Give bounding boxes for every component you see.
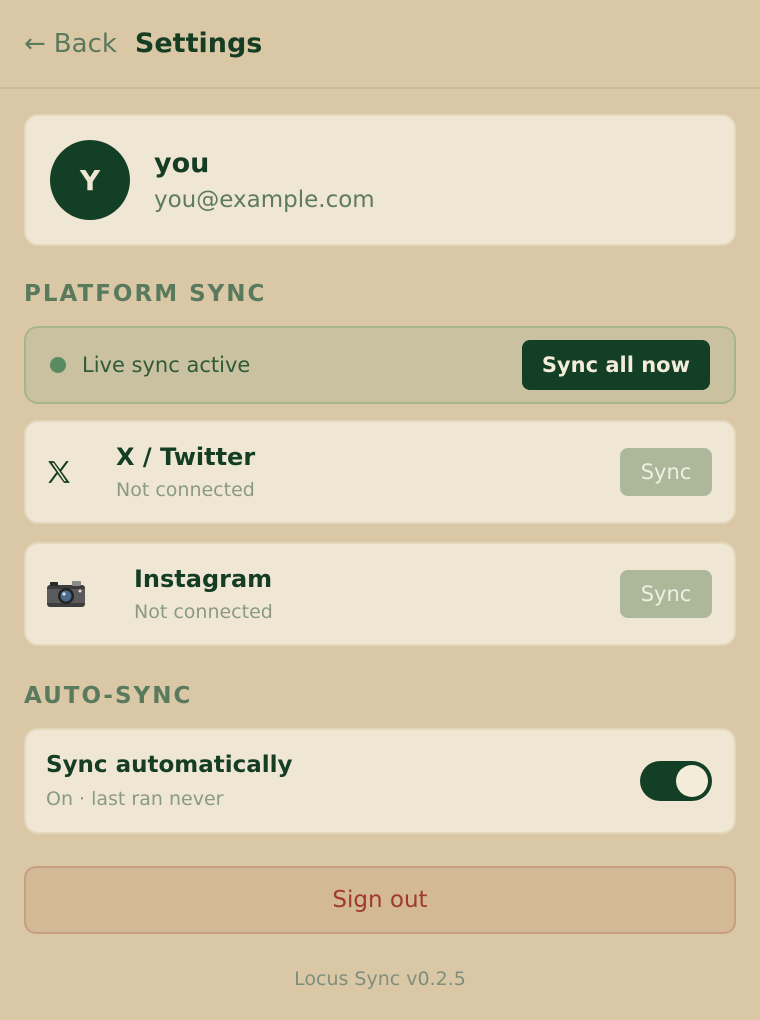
profile-name: you [154,147,210,179]
platform-status: Not connected [116,479,255,501]
platform-name: X / Twitter [116,443,256,471]
live-sync-banner: Live sync active Sync all now [24,326,736,404]
live-sync-status: Live sync active [82,353,251,377]
toggle-knob [676,765,708,797]
arrow-left-icon: ← [24,28,46,59]
section-label-auto-sync: AUTO-SYNC [24,683,193,709]
header: ← Back Settings [0,0,760,89]
sign-out-button[interactable]: Sign out [24,866,736,934]
avatar: Y [50,140,130,220]
platform-row-twitter: X / Twitter Not connected Sync [24,420,736,524]
profile-email: you@example.com [154,186,375,213]
back-button[interactable]: ← Back [24,29,117,59]
sync-twitter-button[interactable]: Sync [620,448,712,496]
back-label: Back [53,28,117,59]
platform-status: Not connected [134,601,273,623]
section-label-platform-sync: PLATFORM SYNC [24,281,267,307]
sync-all-button[interactable]: Sync all now [521,340,710,390]
status-dot-icon [50,357,66,373]
version-label: Locus Sync v0.2.5 [294,968,466,990]
auto-sync-toggle[interactable] [640,761,712,801]
platform-name: Instagram [134,565,273,593]
sync-instagram-button[interactable]: Sync [620,570,712,618]
x-logo-icon [46,459,116,485]
profile-card: Y you you@example.com [24,114,736,246]
page-title: Settings [134,28,263,59]
camera-icon [46,579,134,609]
auto-sync-title: Sync automatically [46,752,293,778]
auto-sync-card: Sync automatically On · last ran never [24,728,736,834]
platform-row-instagram: Instagram Not connected Sync [24,542,736,646]
auto-sync-subtitle: On · last ran never [46,788,224,810]
